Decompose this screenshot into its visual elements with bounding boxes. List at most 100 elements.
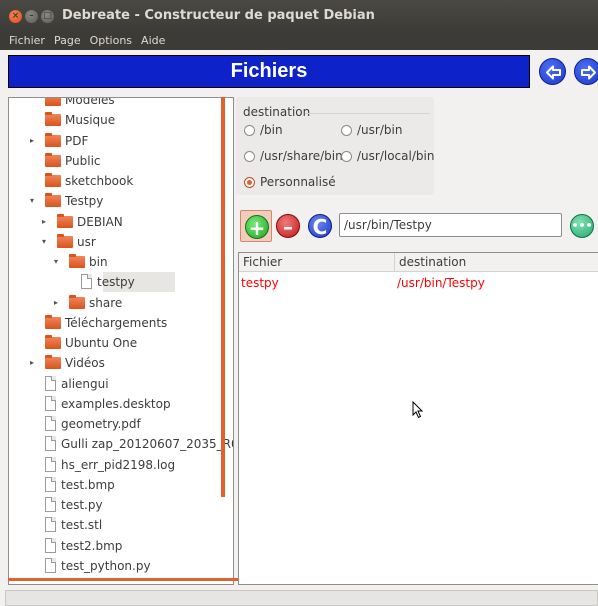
collapse-arrow-icon[interactable]: ▾ (27, 191, 37, 211)
tree-folder-item[interactable]: Musique (9, 110, 233, 130)
folder-icon (57, 233, 73, 248)
radio-indicator (244, 125, 255, 136)
tree-folder-item[interactable]: ▸ PDF (9, 131, 233, 151)
tree-folder-item[interactable]: Modèles (9, 98, 233, 110)
folder-icon (45, 335, 61, 349)
radio-indicator (341, 125, 352, 136)
collapse-arrow-icon[interactable]: ▾ (39, 232, 49, 252)
file-icon (45, 557, 56, 573)
maximize-icon[interactable]: □ (41, 10, 54, 23)
file-icon (45, 517, 56, 533)
tree-file-item[interactable]: geometry.pdf (9, 414, 233, 434)
folder-icon (45, 355, 61, 370)
page-title: Fichiers (8, 55, 530, 88)
window-controls: × – □ (9, 10, 54, 23)
browse-button[interactable]: ••• (566, 210, 598, 242)
tree-file-item[interactable]: test2.bmp (9, 536, 233, 556)
radio-label: /usr/local/bin (357, 149, 435, 163)
tree-item-label: test2.bmp (61, 538, 123, 553)
tree-file-item[interactable]: aliengui (9, 374, 233, 394)
tree-folder-item[interactable]: ▾ Testpy (9, 191, 233, 211)
tree-folder-item[interactable]: ▸ DEBIAN (9, 212, 233, 232)
expand-arrow-icon[interactable]: ▸ (27, 353, 37, 373)
mouse-pointer-icon (412, 401, 424, 419)
menu-page[interactable]: Page (54, 33, 81, 50)
tree-folder-item[interactable]: sketchbook (9, 171, 233, 191)
table-cell-file[interactable]: testpy (241, 274, 279, 292)
minimize-icon[interactable]: – (25, 10, 38, 23)
menu-aide[interactable]: Aide (141, 33, 165, 50)
tree-file-item[interactable]: examples.desktop (9, 394, 233, 414)
tree-item-label: Téléchargements (65, 315, 168, 330)
column-header-fichier[interactable]: Fichier (239, 253, 395, 272)
tree-folder-item[interactable]: ▸ share (9, 293, 233, 313)
radio-label: /usr/bin (357, 123, 403, 137)
file-tree[interactable]: Modèles Musique ▸ PDF Public sketchbook ▾ Testp… (8, 97, 234, 585)
folder-icon (45, 98, 61, 106)
collapse-arrow-icon[interactable]: ▾ (51, 252, 61, 272)
file-icon (45, 456, 56, 472)
arrow-left-icon (546, 65, 561, 80)
tree-item-label: share (89, 295, 123, 310)
tree-item-label: test_python.py (61, 558, 151, 573)
tree-file-item[interactable]: hs_err_pid2198.log (9, 455, 233, 475)
tree-folder-item[interactable]: Public (9, 151, 233, 171)
close-icon[interactable]: × (9, 10, 22, 23)
remove-file-button[interactable]: – (272, 210, 304, 242)
destination-path-input[interactable] (339, 213, 562, 237)
tree-scrollbar[interactable] (221, 97, 225, 497)
file-icon (45, 416, 56, 431)
folder-icon (45, 152, 61, 167)
clear-files-button[interactable]: C (304, 210, 336, 242)
tree-item-label: Testpy (65, 194, 104, 209)
tree-folder-item[interactable]: Téléchargements (9, 313, 233, 333)
tree-item-label: bin (89, 255, 108, 269)
previous-page-button[interactable] (539, 58, 566, 85)
column-header-destination[interactable]: destination (395, 253, 598, 272)
tree-item-label: Ubuntu One (65, 336, 138, 350)
tree-folder-item[interactable]: ▸ Vidéos (9, 353, 233, 373)
tree-file-item[interactable]: test.py (9, 495, 233, 515)
folder-icon (45, 112, 61, 127)
tree-file-item[interactable]: Gulli zap_20120607_2035_R00.mp (9, 434, 233, 454)
radio-label: /bin (260, 123, 283, 137)
table-cell-destination[interactable]: /usr/bin/Testpy (397, 274, 485, 292)
expand-arrow-icon[interactable]: ▸ (39, 212, 49, 232)
tree-item-label: sketchbook (65, 174, 134, 188)
folder-icon (45, 193, 61, 208)
expand-arrow-icon[interactable]: ▸ (51, 293, 61, 313)
ellipsis-icon: ••• (570, 214, 594, 238)
tree-item-label: Vidéos (65, 356, 105, 371)
tree-item-label: usr (77, 234, 96, 249)
tree-folder-item[interactable]: ▾ usr (9, 232, 233, 252)
tree-item-label: Public (65, 153, 101, 168)
tree-folder-item[interactable]: Ubuntu One (9, 333, 233, 353)
tree-item-label: geometry.pdf (61, 417, 141, 431)
folder-icon (69, 254, 85, 268)
folder-icon (57, 213, 73, 228)
plus-icon: + (245, 215, 269, 240)
tree-item-label: Gulli zap_20120607_2035_R00.mp (61, 437, 233, 452)
next-page-button[interactable] (574, 58, 598, 85)
tree-file-item[interactable]: test.bmp (9, 475, 233, 495)
tree-horizontal-scrollbar[interactable] (8, 578, 245, 581)
file-icon (45, 375, 56, 391)
tree-file-item[interactable]: test_python.py (9, 556, 233, 576)
expand-arrow-icon[interactable]: ▸ (27, 131, 37, 151)
folder-icon (69, 294, 85, 309)
tree-item-label: test.stl (61, 518, 103, 533)
file-icon (45, 537, 56, 553)
file-icon (81, 274, 92, 290)
menu-options[interactable]: Options (90, 33, 132, 50)
status-bar (5, 590, 598, 606)
tree-item-label: hs_err_pid2198.log (61, 457, 176, 472)
title-bar: × – □ Debreate - Constructeur de paquet … (0, 0, 598, 33)
menu-fichier[interactable]: Fichier (9, 33, 45, 50)
tree-folder-item[interactable]: ▾ bin (9, 252, 233, 272)
tree-file-item[interactable]: test.stl (9, 515, 233, 535)
add-file-button[interactable]: + (240, 210, 272, 242)
folder-icon (45, 173, 61, 187)
tree-item-label: test.bmp (61, 477, 115, 492)
tree-item-label: aliengui (61, 376, 109, 391)
tree-file-item[interactable]: testpy (81, 272, 175, 293)
